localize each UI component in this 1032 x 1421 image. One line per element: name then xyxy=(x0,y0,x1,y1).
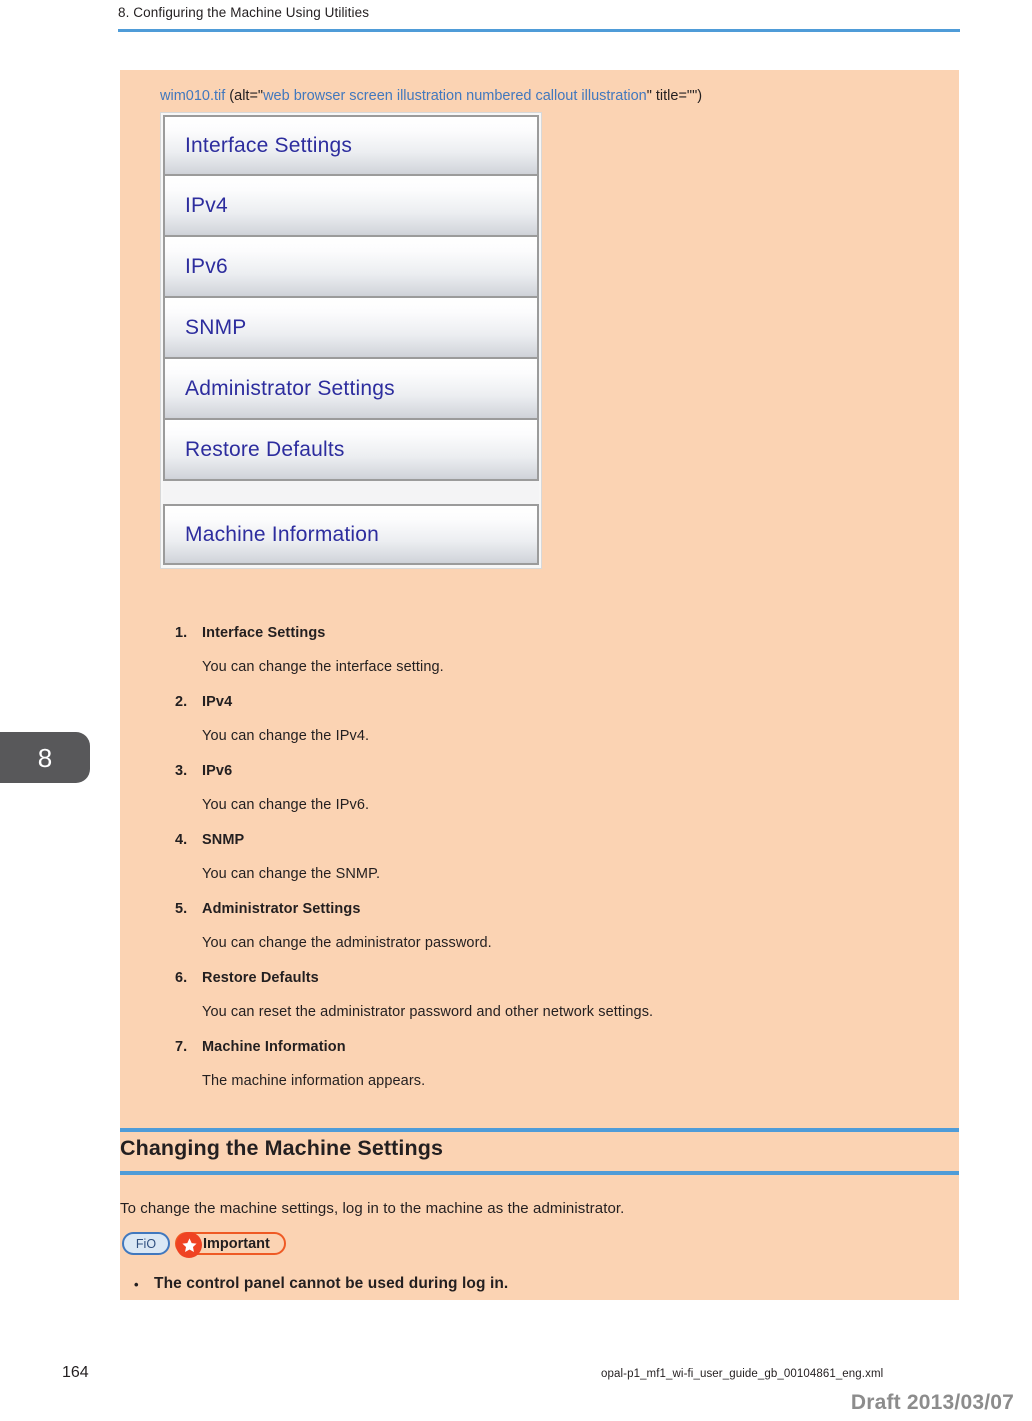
callout-title: IPv4 xyxy=(202,694,233,710)
numbered-callout-list: 1. Interface Settings You can change the i… xyxy=(175,622,935,1105)
chapter-tab-number: 8 xyxy=(37,742,53,773)
callout-title: Restore Defaults xyxy=(202,970,319,986)
fio-badge-label: FiO xyxy=(135,1236,157,1251)
menu-button[interactable]: SNMP xyxy=(163,298,539,359)
important-note-text: The control panel cannot be used during … xyxy=(154,1275,509,1292)
figure-alt-text: web browser screen illustration numbered… xyxy=(263,88,647,104)
section-paragraph: To change the machine settings, log in t… xyxy=(120,1200,625,1217)
menu-button[interactable]: Interface Settings xyxy=(163,115,539,176)
callout-item: 1. Interface Settings You can change the i… xyxy=(175,622,935,691)
callout-item: 7. Machine Information The machine informa… xyxy=(175,1036,935,1105)
callout-heading: 2. IPv4 xyxy=(175,691,935,714)
menu-button[interactable]: Administrator Settings xyxy=(163,359,539,420)
callout-item: 6. Restore Defaults You can reset the admi… xyxy=(175,967,935,1036)
menu-button[interactable]: Restore Defaults xyxy=(163,420,539,481)
callout-item: 5. Administrator Settings You can change t… xyxy=(175,898,935,967)
menu-button-label: SNMP xyxy=(185,315,247,339)
callout-item: 2. IPv4 You can change the IPv4. xyxy=(175,691,935,760)
callout-description: You can change the administrator passwor… xyxy=(202,935,492,951)
menu-button-label: IPv4 xyxy=(185,193,228,217)
callout-item: 3. IPv6 You can change the IPv6. xyxy=(175,760,935,829)
fio-badge: FiO xyxy=(122,1232,170,1255)
important-note-item: • The control panel cannot be used durin… xyxy=(134,1275,934,1295)
callout-title: Administrator Settings xyxy=(202,901,361,917)
menu-button-label: Machine Information xyxy=(185,522,380,546)
callout-heading: 3. IPv6 xyxy=(175,760,935,783)
callout-description: The machine information appears. xyxy=(202,1073,426,1089)
callout-number: 4. xyxy=(175,832,188,848)
callout-number: 2. xyxy=(175,694,188,710)
menu-button[interactable]: IPv6 xyxy=(163,237,539,298)
running-header: 8. Configuring the Machine Using Utiliti… xyxy=(118,4,960,22)
callout-number: 3. xyxy=(175,763,188,779)
menu-button[interactable]: Machine Information xyxy=(163,504,539,565)
menu-separator-gap xyxy=(163,481,539,504)
menu-button[interactable]: IPv4 xyxy=(163,176,539,237)
callout-number: 5. xyxy=(175,901,188,917)
callout-number: 1. xyxy=(175,625,188,641)
web-browser-screen-illustration: Interface Settings IPv4 IPv6 SNMP Administra… xyxy=(160,112,542,569)
page-title: Changing the Machine Settings xyxy=(120,1136,444,1160)
star-icon xyxy=(176,1232,202,1258)
callout-description: You can reset the administrator password… xyxy=(202,1004,654,1020)
important-badge-row: FiO Important xyxy=(122,1232,286,1258)
section-rule-bottom xyxy=(120,1171,959,1175)
callout-heading: 5. Administrator Settings xyxy=(175,898,935,921)
menu-button-label: IPv6 xyxy=(185,254,228,278)
figure-attr-suffix: " title="") xyxy=(646,88,703,104)
callout-title: SNMP xyxy=(202,832,245,848)
menu-button-label: Interface Settings xyxy=(185,133,353,157)
footer-source-file: opal-p1_mf1_wi-fi_user_guide_gb_00104861… xyxy=(601,1368,884,1380)
callout-description: You can change the IPv6. xyxy=(202,797,370,813)
callout-title: IPv6 xyxy=(202,763,233,779)
chapter-tab: 8 xyxy=(0,732,90,783)
callout-heading: 7. Machine Information xyxy=(175,1036,935,1059)
callout-description: You can change the interface setting. xyxy=(202,659,444,675)
important-badge: Important xyxy=(175,1232,286,1258)
callout-heading: 6. Restore Defaults xyxy=(175,967,935,990)
callout-number: 6. xyxy=(175,970,188,986)
menu-button-label: Restore Defaults xyxy=(185,437,345,461)
callout-title: Machine Information xyxy=(202,1039,346,1055)
figure-filename-link[interactable]: wim010.tif xyxy=(160,88,225,104)
section-rule-top xyxy=(120,1128,959,1132)
figure-attr-prefix: (alt=" xyxy=(225,88,264,104)
chapter-title: 8. Configuring the Machine Using Utiliti… xyxy=(118,5,370,20)
callout-heading: 4. SNMP xyxy=(175,829,935,852)
bullet-glyph: • xyxy=(134,1277,139,1292)
figure-caption: wim010.tif (alt="web browser screen illu… xyxy=(160,88,702,104)
callout-title: Interface Settings xyxy=(202,625,326,641)
menu-button-stack: Interface Settings IPv4 IPv6 SNMP Administra… xyxy=(163,115,539,565)
callout-description: You can change the IPv4. xyxy=(202,728,370,744)
footer-page-number: 164 xyxy=(62,1364,89,1381)
menu-button-label: Administrator Settings xyxy=(185,376,395,400)
important-badge-label: Important xyxy=(203,1235,270,1252)
callout-number: 7. xyxy=(175,1039,188,1055)
footer-draft-stamp: Draft 2013/03/07 xyxy=(850,1391,1014,1414)
header-rule xyxy=(118,29,960,32)
callout-description: You can change the SNMP. xyxy=(202,866,381,882)
callout-heading: 1. Interface Settings xyxy=(175,622,935,645)
callout-item: 4. SNMP You can change the SNMP. xyxy=(175,829,935,898)
